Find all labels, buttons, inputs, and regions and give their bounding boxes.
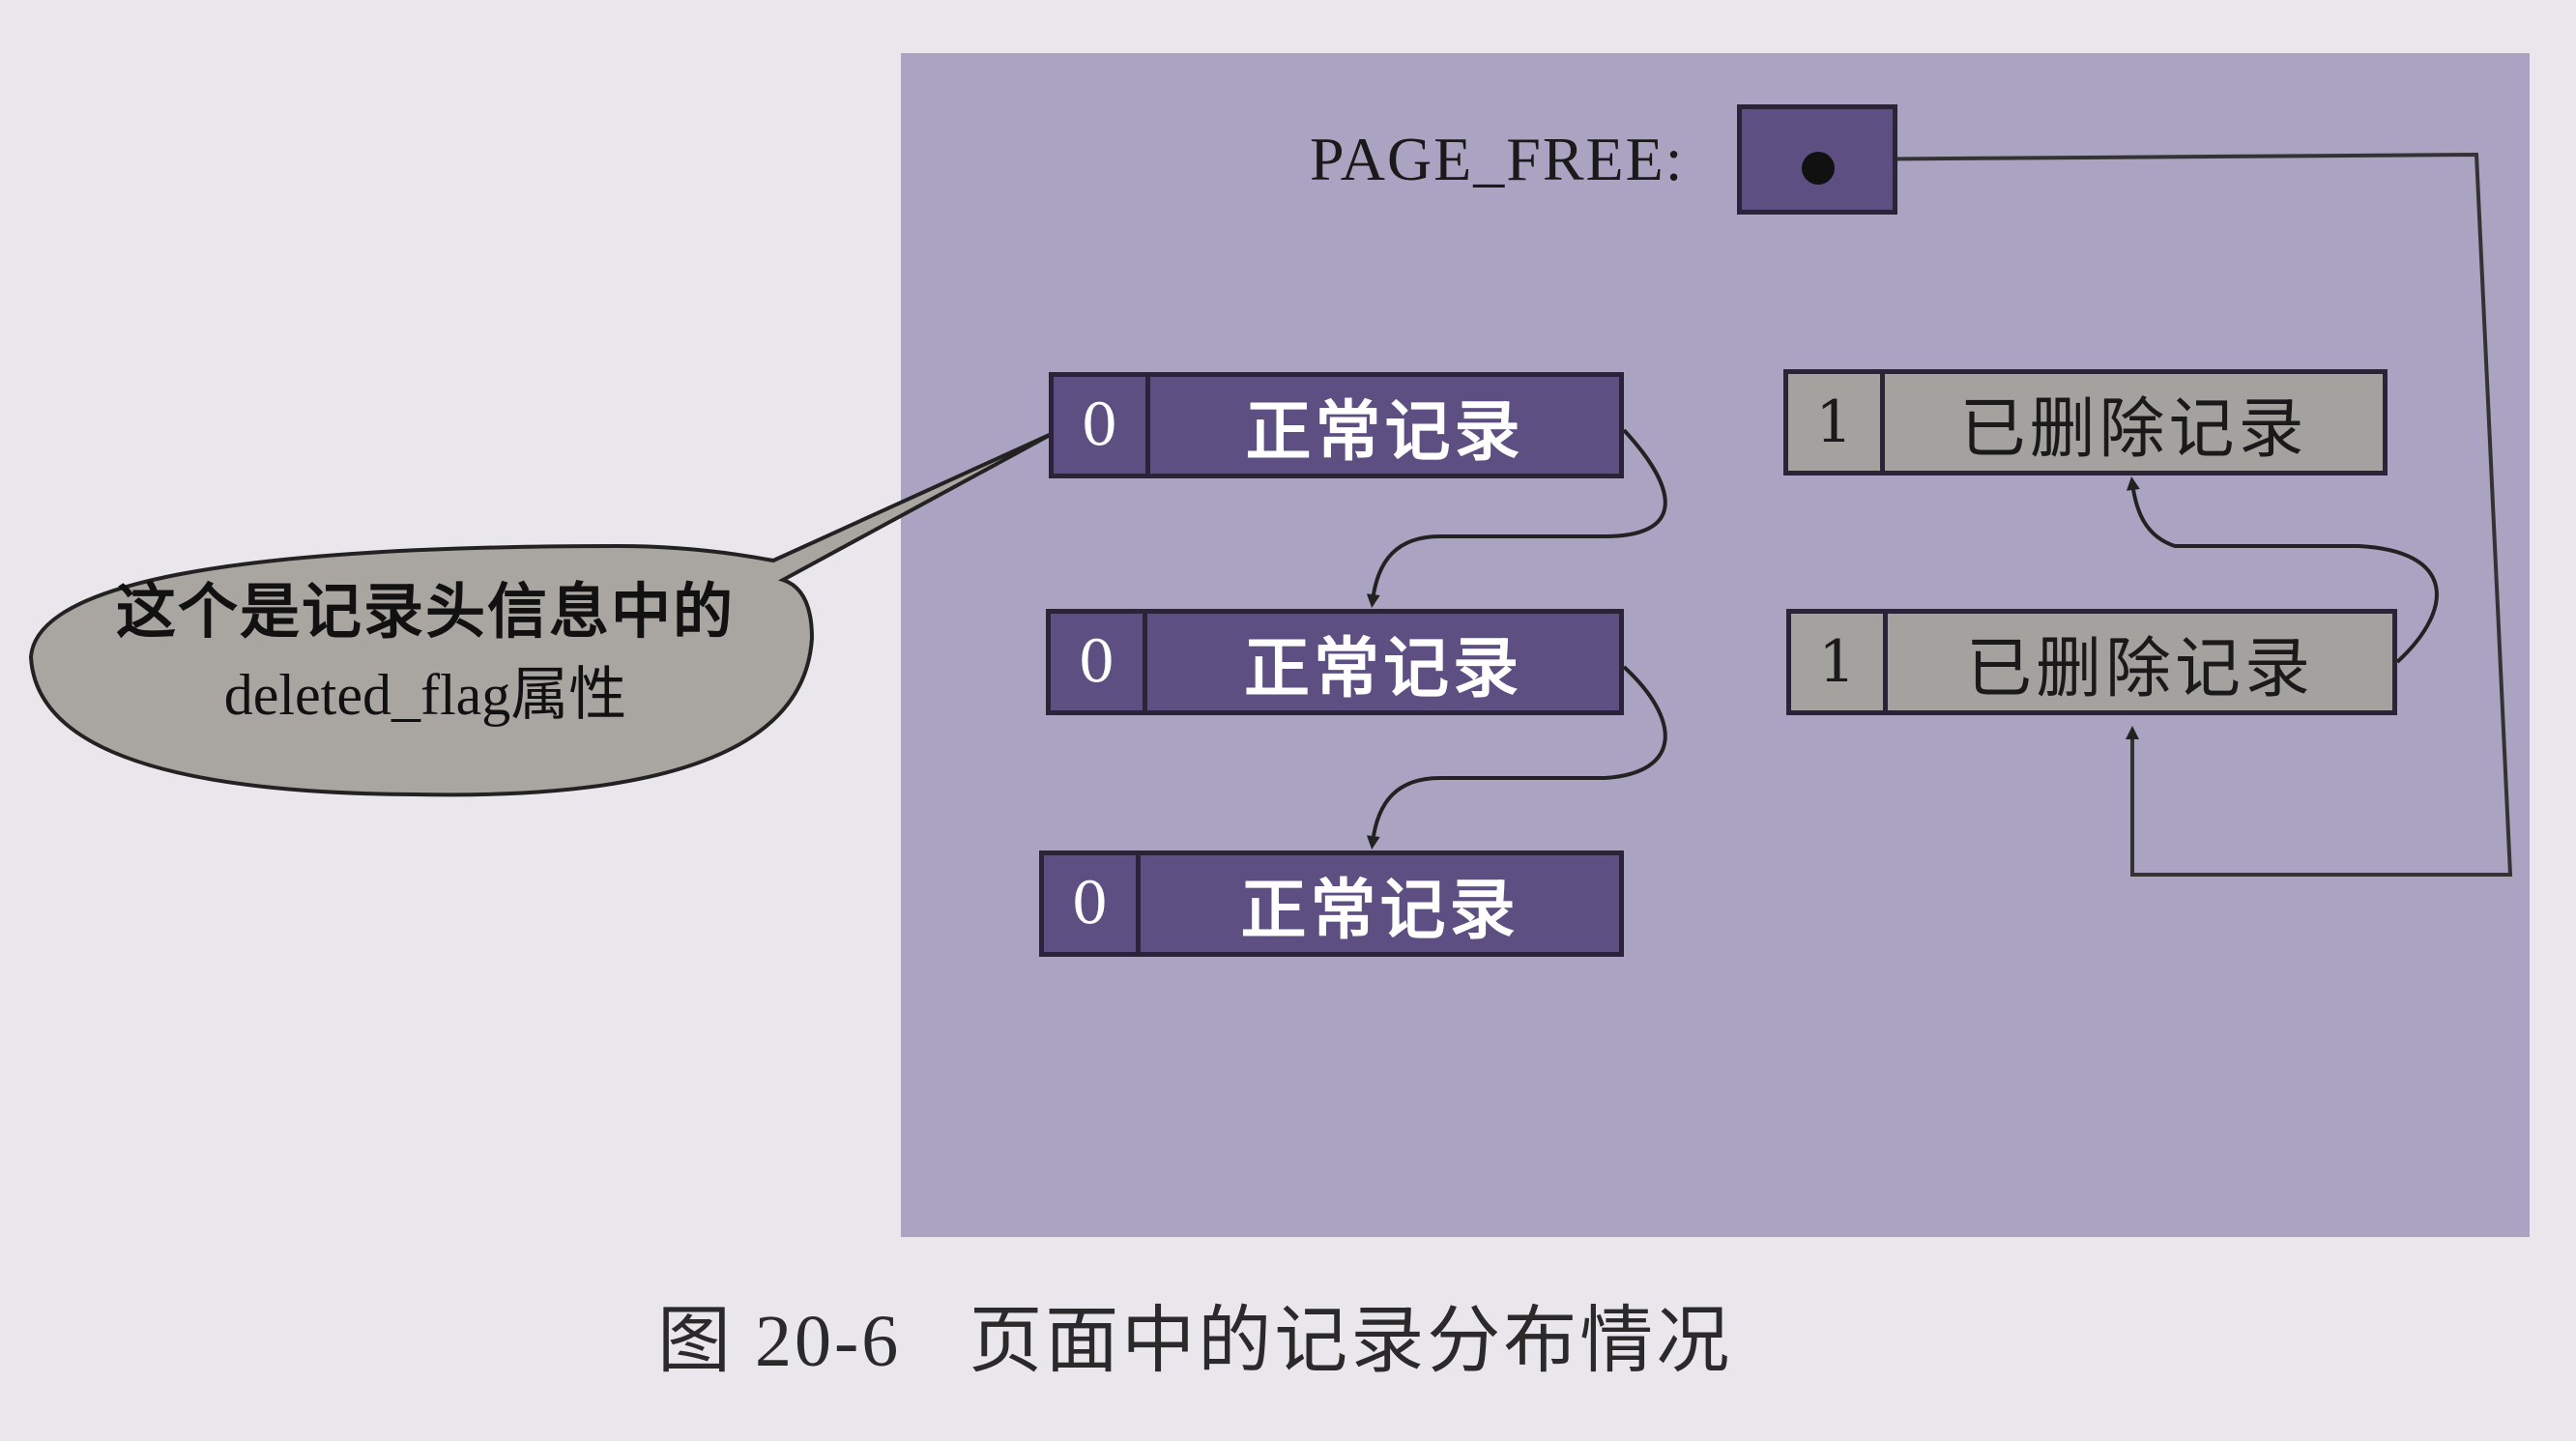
record-label: 已删除记录 — [1959, 390, 2308, 468]
normal-record: 0 正常记录 — [1049, 372, 1624, 478]
deleted-flag: 1 — [1791, 614, 1888, 710]
callout-line-2: deleted_flag属性 — [223, 663, 627, 727]
record-label: 正常记录 — [1245, 393, 1524, 471]
callout-line-1: 这个是记录头信息中的 — [115, 576, 735, 647]
normal-record: 0 正常记录 — [1046, 609, 1624, 715]
deleted-flag: 0 — [1054, 377, 1150, 474]
page-free-pointer — [1737, 104, 1897, 215]
link-page-free-to-deleted-2 — [1818, 152, 2513, 877]
callout: 这个是记录头信息中的 deleted_flag属性 — [48, 570, 802, 736]
figure-caption: 图 20-6 页面中的记录分布情况 — [657, 1281, 1732, 1387]
page-free-label: PAGE_FREE: — [1310, 125, 1685, 193]
deleted-record: 1 已删除记录 — [1783, 369, 2388, 476]
deleted-flag: 0 — [1044, 855, 1141, 952]
deleted-flag: 1 — [1788, 374, 1885, 471]
figure-title: 页面中的记录分布情况 — [969, 1297, 1733, 1383]
record-label: 正常记录 — [1243, 630, 1522, 707]
figure-number: 图 20-6 — [657, 1301, 902, 1382]
record-label: 正常记录 — [1240, 872, 1520, 949]
normal-record: 0 正常记录 — [1039, 850, 1624, 957]
record-label: 已删除记录 — [1965, 630, 2314, 707]
deleted-record: 1 已删除记录 — [1786, 609, 2397, 715]
deleted-flag: 0 — [1051, 614, 1147, 710]
pointer-dot-icon — [1802, 152, 1835, 185]
